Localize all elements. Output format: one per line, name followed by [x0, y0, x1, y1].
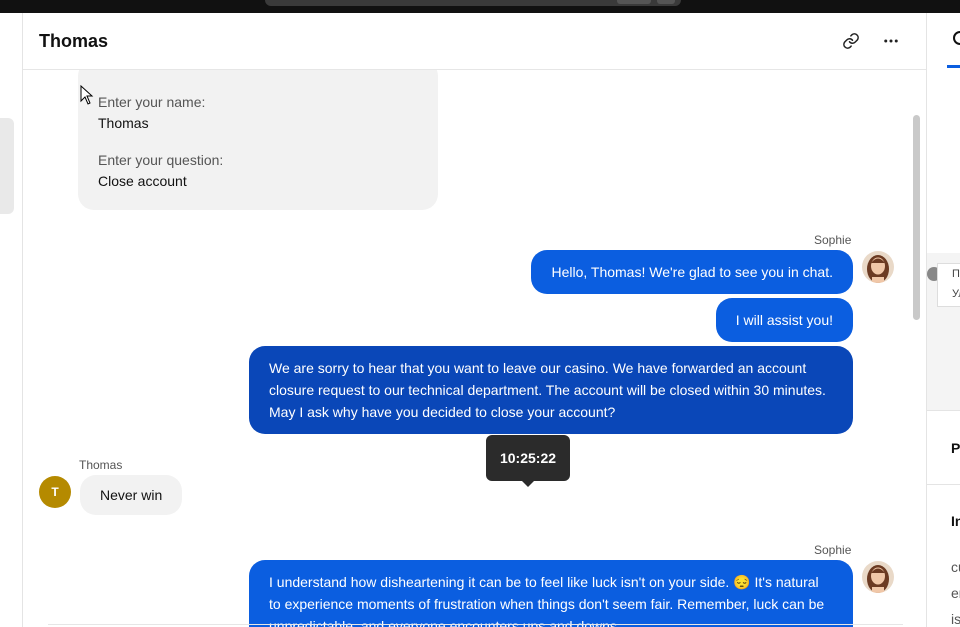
- link-button[interactable]: [839, 29, 863, 53]
- message-bubble: Never win: [80, 475, 183, 515]
- user-avatar: T: [39, 476, 71, 508]
- right-info-panel: ПрУл P In cu er is: [926, 13, 960, 627]
- map-preview[interactable]: ПрУл: [927, 253, 960, 411]
- question-label: Enter your question:: [98, 152, 224, 168]
- more-options-button[interactable]: [879, 29, 903, 53]
- info-text: is: [951, 611, 960, 627]
- question-value: Close account: [98, 173, 187, 189]
- sender-name: Sophie: [814, 543, 852, 557]
- chat-scrollbar[interactable]: [913, 115, 920, 320]
- agent-avatar: [862, 251, 894, 283]
- name-label: Enter your name:: [98, 94, 206, 110]
- mouse-cursor-icon: [80, 85, 94, 105]
- message-list[interactable]: Enter your name: Thomas Enter your quest…: [23, 70, 913, 627]
- message-bubble: I will assist you!: [715, 298, 853, 342]
- browser-top-bar: [0, 0, 960, 13]
- pre-chat-form-card: Enter your name: Thomas Enter your quest…: [78, 70, 438, 210]
- more-horizontal-icon: [884, 39, 898, 43]
- address-bar[interactable]: [265, 0, 681, 6]
- info-text: er: [951, 585, 960, 601]
- link-icon: [843, 33, 859, 49]
- divider: [927, 484, 960, 485]
- message-bubble: I understand how disheartening it can be…: [249, 560, 853, 627]
- name-value: Thomas: [98, 115, 149, 131]
- section-heading: In: [951, 513, 960, 529]
- agent-avatar-image: [862, 561, 894, 593]
- timestamp-tooltip: 10:25:22: [486, 435, 570, 487]
- agent-avatar: [862, 561, 894, 593]
- info-tab-icon[interactable]: [953, 31, 960, 45]
- sidebar-collapse-handle[interactable]: [0, 118, 14, 214]
- sender-name: Sophie: [814, 233, 852, 247]
- message-bubble: We are sorry to hear that you want to le…: [249, 346, 853, 434]
- page-title: Thomas: [39, 31, 109, 51]
- section-heading: P: [951, 440, 960, 456]
- left-sidebar: [0, 13, 23, 627]
- sender-name: Thomas: [79, 458, 123, 472]
- agent-avatar-image: [862, 251, 894, 283]
- map-label: ПрУл: [937, 263, 960, 307]
- chat-header: Thomas: [23, 13, 926, 70]
- message-bubble: Hello, Thomas! We're glad to see you in …: [531, 250, 853, 294]
- info-text: cu: [951, 559, 960, 575]
- active-tab-indicator: [947, 65, 960, 68]
